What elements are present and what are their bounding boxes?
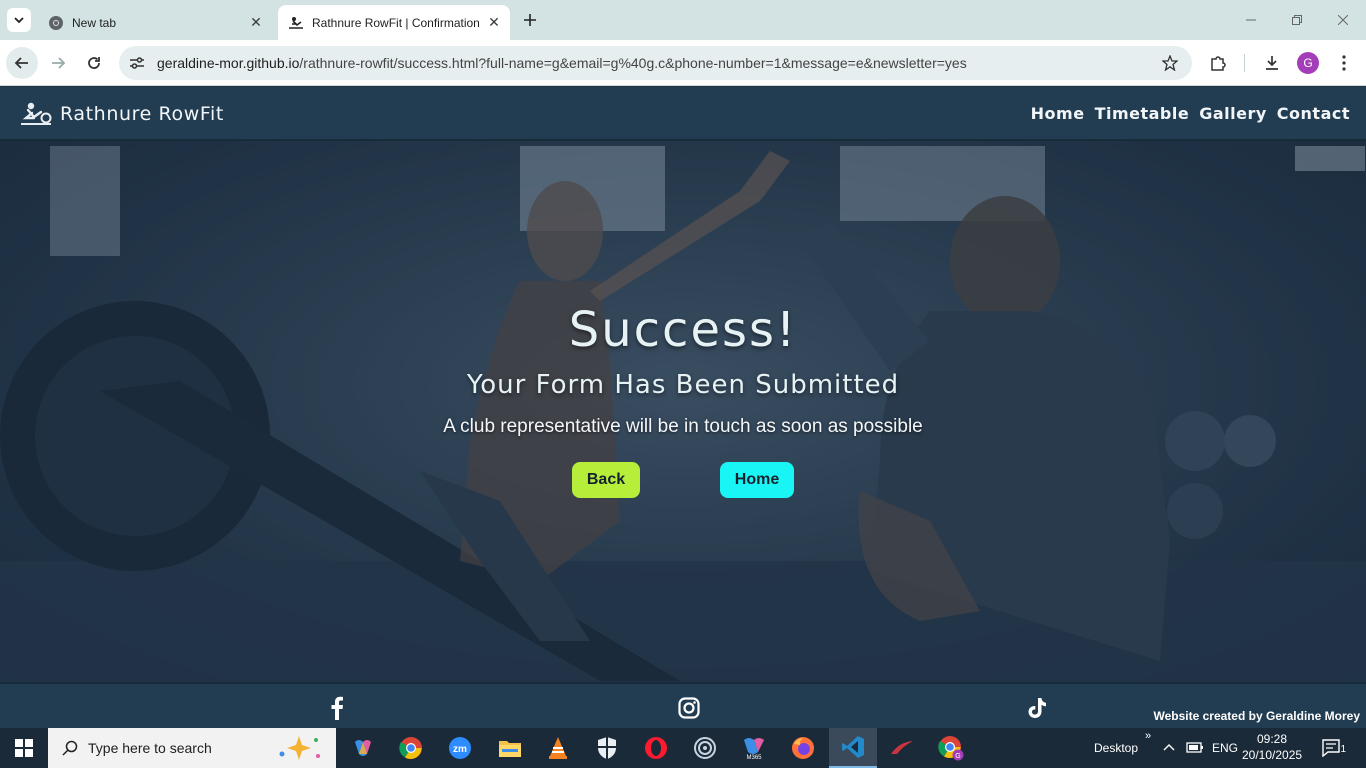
windows-taskbar: Type here to search zm M365 G Desktop » … — [0, 728, 1366, 768]
site-logo[interactable]: Rathnure RowFit — [20, 101, 224, 127]
security-icon[interactable] — [583, 728, 631, 768]
nav-link-home[interactable]: Home — [1031, 104, 1085, 123]
clock-time: 09:28 — [1256, 732, 1288, 746]
clock-date: 20/10/2025 — [1242, 748, 1303, 762]
bookmark-star-icon[interactable] — [1160, 53, 1180, 73]
browser-menu-button[interactable] — [1332, 51, 1356, 75]
nav-link-gallery[interactable]: Gallery — [1199, 104, 1267, 123]
minimize-button[interactable] — [1228, 0, 1274, 40]
notification-count: 1 — [1340, 744, 1346, 755]
search-icon — [60, 738, 80, 758]
network-icon[interactable] — [1186, 741, 1204, 755]
browser-toolbar: geraldine-mor.github.io/rathnure-rowfit/… — [0, 40, 1366, 86]
toolbar-divider — [1244, 54, 1245, 72]
sparkle-icon — [279, 736, 320, 760]
nav-link-timetable[interactable]: Timetable — [1095, 104, 1190, 123]
restore-button[interactable] — [1274, 0, 1320, 40]
hero-title: Success! — [568, 302, 798, 358]
site-footer: Website created by Geraldine Morey — [0, 682, 1366, 728]
nav-link-contact[interactable]: Contact — [1277, 104, 1350, 123]
url-host: geraldine-mor.github.io — [157, 55, 300, 71]
app-icon[interactable] — [878, 728, 926, 768]
language-indicator[interactable]: ENG — [1212, 741, 1238, 755]
reload-icon — [88, 57, 100, 69]
tab-title: New tab — [72, 15, 117, 30]
chevron-down-icon — [14, 17, 24, 23]
chrome-icon[interactable] — [387, 728, 435, 768]
chrome-profile-icon[interactable]: G — [927, 728, 975, 768]
chrome-icon — [48, 15, 64, 31]
rower-icon — [288, 15, 304, 31]
downloads-button[interactable] — [1258, 51, 1286, 75]
file-explorer-icon[interactable] — [486, 728, 534, 768]
svg-text:M365: M365 — [746, 755, 762, 760]
nav-links: Home Timetable Gallery Contact — [1031, 104, 1350, 123]
url-path: /rathnure-rowfit/success.html?full-name=… — [299, 55, 967, 71]
start-button[interactable] — [0, 728, 48, 768]
close-icon[interactable]: ✕ — [484, 13, 504, 33]
windows-logo-icon — [15, 739, 33, 757]
restore-icon — [1292, 15, 1302, 25]
vlc-icon[interactable] — [534, 728, 582, 768]
plus-icon — [524, 14, 536, 26]
address-bar[interactable]: geraldine-mor.github.io/rathnure-rowfit/… — [119, 46, 1192, 80]
rowing-machine-icon — [21, 102, 52, 125]
app-icon[interactable] — [681, 728, 729, 768]
zoom-icon[interactable]: zm — [436, 728, 484, 768]
profile-avatar[interactable]: G — [1297, 52, 1319, 74]
new-tab-button[interactable] — [518, 8, 542, 32]
puzzle-icon — [1211, 56, 1226, 71]
taskbar-search[interactable]: Type here to search — [48, 728, 336, 768]
svg-text:G: G — [955, 753, 960, 760]
chevron-right-icon[interactable]: » — [1145, 730, 1151, 742]
arrow-right-icon — [52, 57, 66, 69]
tiktok-icon[interactable] — [1026, 696, 1048, 720]
reload-button[interactable] — [78, 47, 110, 79]
notification-center-button[interactable]: 1 — [1320, 736, 1346, 760]
close-icon — [1338, 15, 1348, 25]
instagram-icon[interactable] — [678, 696, 700, 720]
svg-text:zm: zm — [453, 744, 467, 755]
notification-icon — [1322, 739, 1340, 757]
url-text: geraldine-mor.github.io/rathnure-rowfit/… — [157, 55, 967, 71]
tab-new-tab[interactable]: New tab ✕ — [38, 5, 272, 40]
copilot-icon[interactable] — [339, 728, 387, 768]
desktop-toolbar-label[interactable]: Desktop — [1094, 741, 1138, 755]
footer-credit: Website created by Geraldine Morey — [1153, 709, 1360, 723]
facebook-icon[interactable] — [326, 696, 348, 720]
back-button[interactable]: Back — [572, 462, 640, 498]
extensions-button[interactable] — [1204, 51, 1232, 75]
back-button[interactable] — [6, 47, 38, 79]
forward-button[interactable] — [42, 47, 74, 79]
vscode-icon[interactable] — [829, 728, 877, 768]
search-placeholder: Type here to search — [88, 740, 212, 756]
tab-confirmation[interactable]: Rathnure RowFit | Confirmation ✕ — [278, 5, 510, 40]
site-info-icon[interactable] — [125, 51, 149, 75]
close-icon[interactable]: ✕ — [246, 13, 266, 33]
brand-name: Rathnure RowFit — [60, 103, 224, 125]
hero-background-image — [0, 141, 1366, 682]
chevron-up-icon[interactable] — [1163, 743, 1175, 751]
minimize-icon — [1246, 19, 1256, 21]
close-window-button[interactable] — [1320, 0, 1366, 40]
download-icon — [1266, 56, 1278, 70]
arrow-left-icon — [14, 57, 28, 69]
tab-title: Rathnure RowFit | Confirmation — [312, 15, 480, 30]
tab-search-button[interactable] — [7, 8, 31, 32]
hero-message: A club representative will be in touch a… — [443, 416, 923, 437]
system-clock[interactable]: 09:28 20/10/2025 — [1242, 731, 1302, 763]
m365-icon[interactable]: M365 — [730, 728, 778, 768]
site-navbar: Rathnure RowFit Home Timetable Gallery C… — [0, 87, 1366, 141]
firefox-icon[interactable] — [779, 728, 827, 768]
kebab-menu-icon — [1342, 55, 1346, 71]
opera-icon[interactable] — [632, 728, 680, 768]
browser-tabstrip: New tab ✕ Rathnure RowFit | Confirmation… — [0, 0, 1366, 40]
hero-section: Success! Your Form Has Been Submitted A … — [0, 141, 1366, 682]
home-button[interactable]: Home — [720, 462, 794, 498]
hero-subtitle: Your Form Has Been Submitted — [466, 370, 900, 400]
